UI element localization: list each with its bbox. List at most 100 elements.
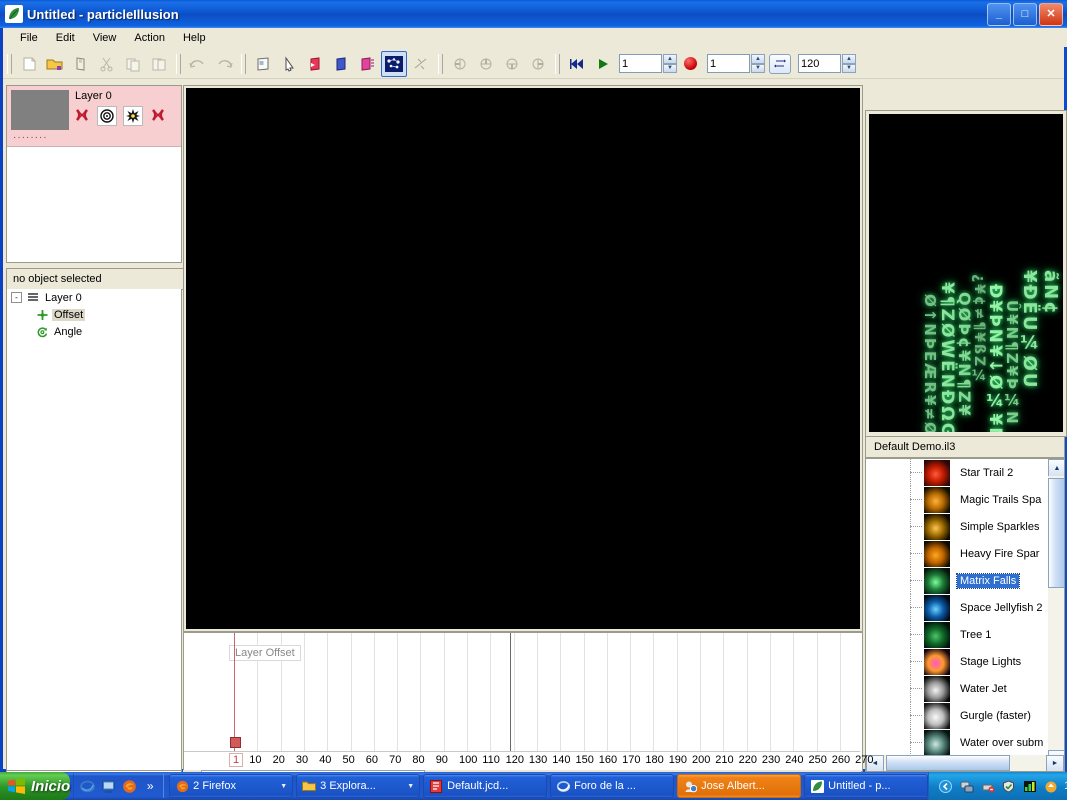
- tree-expander-icon[interactable]: -: [11, 292, 22, 303]
- hscroll-thumb[interactable]: [886, 755, 1010, 771]
- particles-icon[interactable]: [381, 50, 407, 77]
- menu-view[interactable]: View: [84, 30, 126, 46]
- current-frame-spinner[interactable]: ▲▼: [619, 54, 677, 73]
- library-item-thumbnail[interactable]: [924, 729, 950, 756]
- new-document-icon[interactable]: [17, 52, 41, 76]
- library-item-thumbnail[interactable]: [924, 648, 950, 675]
- start-frame-spinner[interactable]: ▲▼: [707, 54, 765, 73]
- paste-icon[interactable]: [147, 52, 171, 76]
- vscroll-track[interactable]: [1048, 476, 1064, 752]
- stage-canvas[interactable]: [186, 88, 860, 629]
- spin-up-icon-2[interactable]: ▲: [751, 54, 765, 64]
- preview-canvas[interactable]: Ø↑NÞEÆR¥≠Ø ¥¶ZØWËNÐΩG QØÞ¢¥N¶Z¥ ¿¥¢≠¶¥ßZ…: [869, 114, 1063, 432]
- deflector-icon[interactable]: [409, 52, 433, 76]
- library-item-thumbnail[interactable]: [924, 486, 950, 513]
- rotate-up-icon[interactable]: [474, 52, 498, 76]
- library-item-thumbnail[interactable]: [924, 594, 950, 621]
- timeline-playhead[interactable]: [234, 633, 235, 751]
- menu-file[interactable]: File: [11, 30, 47, 46]
- play-icon[interactable]: [591, 52, 615, 76]
- taskbar-task-button[interactable]: Foro de la ...: [550, 774, 675, 798]
- library-item-thumbnail[interactable]: [924, 675, 950, 702]
- tree-node-offset[interactable]: Offset: [7, 306, 181, 323]
- end-frame-arrows[interactable]: ▲ ▼: [842, 54, 856, 73]
- close-button[interactable]: ✕: [1039, 3, 1063, 26]
- pink-layer-icon[interactable]: [355, 52, 379, 76]
- firefox-icon[interactable]: [121, 778, 137, 794]
- record-icon[interactable]: [684, 57, 697, 70]
- library-item-thumbnail[interactable]: [924, 621, 950, 648]
- current-frame-input[interactable]: [619, 54, 662, 73]
- undo-icon[interactable]: [186, 52, 210, 76]
- vscroll-thumb[interactable]: [1048, 478, 1064, 588]
- toolbar-grip[interactable]: [7, 53, 12, 74]
- taskbar-task-button[interactable]: Untitled - p...: [804, 774, 929, 798]
- hscroll-track[interactable]: [884, 755, 1046, 771]
- library-horizontal-scrollbar[interactable]: ◄ ►: [866, 755, 1064, 771]
- chevron-down-icon[interactable]: ▼: [401, 783, 414, 790]
- copy-icon[interactable]: [121, 52, 145, 76]
- library-item[interactable]: Star Trail 2: [866, 459, 1048, 486]
- start-frame-arrows[interactable]: ▲ ▼: [751, 54, 765, 73]
- menu-action[interactable]: Action: [125, 30, 174, 46]
- layer-thumbnail[interactable]: [11, 90, 69, 130]
- safely-remove-icon[interactable]: [980, 779, 995, 794]
- chevron-right-icon[interactable]: ►: [1046, 755, 1064, 771]
- spin-down-icon-3[interactable]: ▼: [842, 63, 856, 73]
- library-item-thumbnail[interactable]: [924, 702, 950, 729]
- library-vertical-scrollbar[interactable]: ▲ ▼: [1048, 459, 1064, 769]
- taskbar-task-button[interactable]: Jose Albert...: [677, 774, 802, 798]
- motion-blur-off-icon[interactable]: [149, 106, 167, 124]
- tree-node-layer0[interactable]: - Layer 0: [7, 289, 181, 306]
- library-item[interactable]: Space Jellyfish 2: [866, 594, 1048, 621]
- cut-icon[interactable]: [95, 52, 119, 76]
- library-item[interactable]: Heavy Fire Spar: [866, 540, 1048, 567]
- timeline-ruler[interactable]: 1 10 20 30 40 50 60 70 80 90 100 110 120 130 140 150 160…: [184, 751, 873, 771]
- stage-icon[interactable]: [251, 52, 275, 76]
- start-frame-input[interactable]: [707, 54, 750, 73]
- library-title-bar[interactable]: Default Demo.il3: [865, 436, 1065, 458]
- library-item[interactable]: Stage Lights: [866, 648, 1048, 675]
- timeline-keyframe[interactable]: [230, 737, 241, 748]
- library-item-thumbnail[interactable]: [924, 513, 950, 540]
- update-icon[interactable]: [1043, 779, 1058, 794]
- library-item[interactable]: Gurgle (faster): [866, 702, 1048, 729]
- spin-up-icon-3[interactable]: ▲: [842, 54, 856, 64]
- current-frame-arrows[interactable]: ▲ ▼: [663, 54, 677, 73]
- redo-icon[interactable]: [212, 52, 236, 76]
- library-item[interactable]: Matrix Falls: [866, 567, 1048, 594]
- taskbar-task-button[interactable]: Default.jcd...: [423, 774, 548, 798]
- library-item-thumbnail[interactable]: [924, 567, 950, 594]
- equalizer-icon[interactable]: [1022, 779, 1037, 794]
- library-item-thumbnail[interactable]: [924, 540, 950, 567]
- quick-launch-chevron-icon[interactable]: »: [142, 778, 158, 794]
- target-icon[interactable]: [97, 106, 117, 126]
- minimize-button[interactable]: _: [987, 3, 1011, 26]
- library-item[interactable]: Simple Sparkles: [866, 513, 1048, 540]
- library-item[interactable]: Tree 1: [866, 621, 1048, 648]
- library-item-thumbnail[interactable]: [924, 459, 950, 486]
- open-folder-icon[interactable]: [43, 52, 67, 76]
- select-arrow-icon[interactable]: [277, 52, 301, 76]
- internet-explorer-icon[interactable]: [79, 778, 95, 794]
- maximize-button[interactable]: □: [1013, 3, 1037, 26]
- library-item[interactable]: Water over subm: [866, 729, 1048, 756]
- library-item[interactable]: Water Jet: [866, 675, 1048, 702]
- menu-edit[interactable]: Edit: [47, 30, 84, 46]
- library-list[interactable]: Star Trail 2 Magic Trails Spa Simple Spark…: [865, 458, 1065, 772]
- taskbar-task-button[interactable]: 3 Explora... ▼: [296, 774, 421, 798]
- timeline-grid[interactable]: Layer Offset: [184, 633, 860, 751]
- end-frame-input[interactable]: [798, 54, 841, 73]
- end-frame-spinner[interactable]: ▲▼: [798, 54, 856, 73]
- tree-node-angle[interactable]: Angle: [7, 323, 181, 340]
- show-desktop-icon[interactable]: [100, 778, 116, 794]
- rewind-icon[interactable]: [565, 52, 589, 76]
- start-button[interactable]: Inicio: [0, 772, 71, 800]
- tray-expand-icon[interactable]: [938, 779, 953, 794]
- chevron-down-icon[interactable]: ▼: [274, 783, 287, 790]
- library-item[interactable]: Magic Trails Spa: [866, 486, 1048, 513]
- menu-help[interactable]: Help: [174, 30, 215, 46]
- spin-down-icon-2[interactable]: ▼: [751, 63, 765, 73]
- network-icon[interactable]: [959, 779, 974, 794]
- rotate-right-icon[interactable]: [526, 52, 550, 76]
